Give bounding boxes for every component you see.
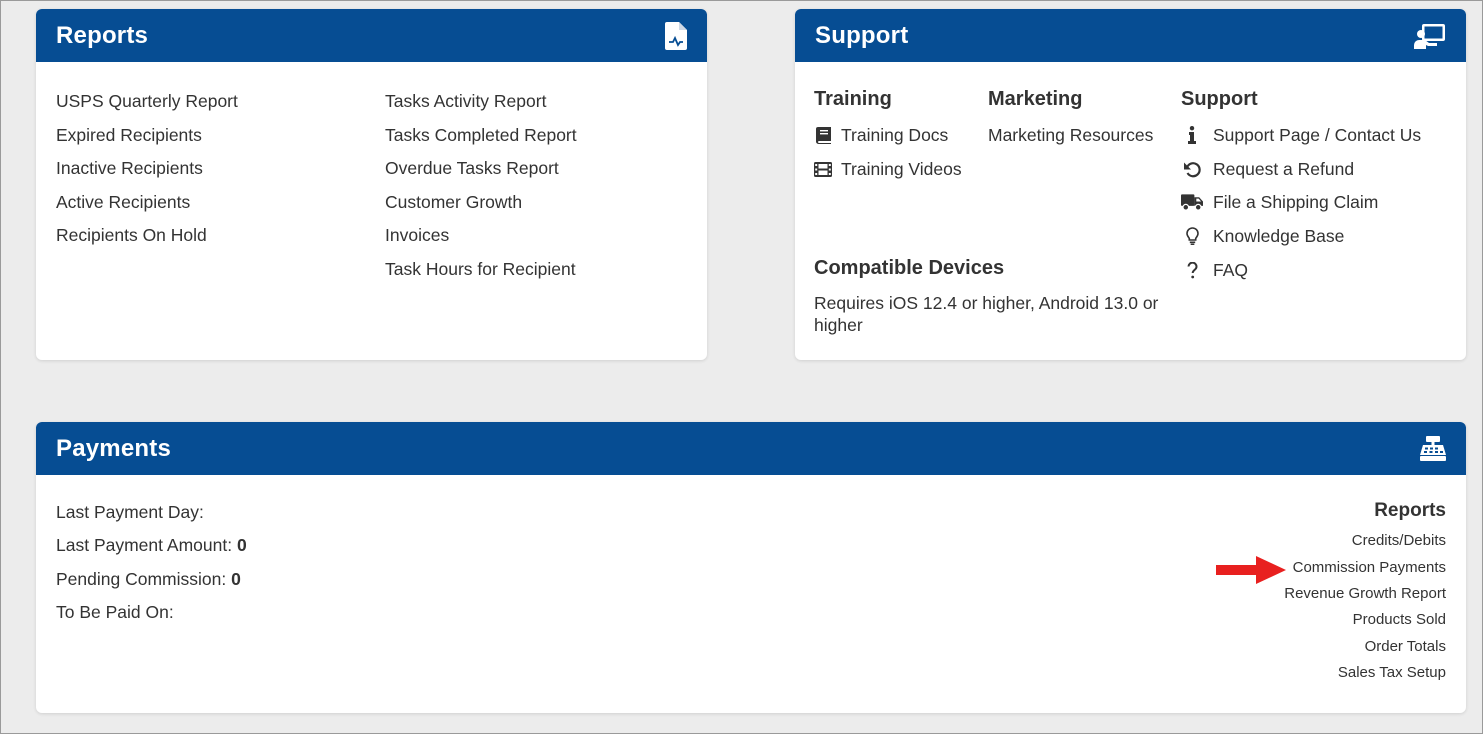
report-link-tasks-activity[interactable]: Tasks Activity Report <box>385 87 577 121</box>
last-payment-day-label: Last Payment Day: <box>56 502 204 522</box>
knowledge-base-link[interactable]: Knowledge Base <box>1181 223 1344 249</box>
marketing-resources-link[interactable]: Marketing Resources <box>988 122 1153 148</box>
info-icon <box>1181 126 1203 144</box>
commission-payments-link[interactable]: Commission Payments <box>1293 559 1446 576</box>
faq-label: FAQ <box>1213 259 1249 280</box>
report-link-usps-quarterly[interactable]: USPS Quarterly Report <box>56 87 238 121</box>
report-link-recipients-on-hold[interactable]: Recipients On Hold <box>56 221 238 255</box>
reports-left-column: USPS Quarterly Report Expired Recipients… <box>56 87 238 255</box>
request-refund-link[interactable]: Request a Refund <box>1181 156 1354 182</box>
report-link-task-hours[interactable]: Task Hours for Recipient <box>385 255 577 289</box>
reports-right-column: Tasks Activity Report Tasks Completed Re… <box>385 87 577 289</box>
support-desk-icon <box>1414 21 1446 51</box>
training-videos-label: Training Videos <box>841 158 962 179</box>
reports-card: Reports USPS Quarterly Report Expired Re… <box>36 9 707 360</box>
book-icon <box>814 126 832 144</box>
compatible-devices-heading: Compatible Devices <box>814 257 1005 279</box>
products-sold-link[interactable]: Products Sold <box>1353 611 1446 628</box>
payments-header: Payments <box>36 422 1466 475</box>
pending-commission-value: 0 <box>231 569 241 589</box>
question-icon <box>1181 261 1203 279</box>
reports-title: Reports <box>56 21 149 49</box>
payments-reports-heading: Reports <box>1374 500 1446 521</box>
undo-icon <box>1181 160 1203 178</box>
truck-icon <box>1181 193 1203 211</box>
payments-title: Payments <box>56 434 171 462</box>
shipping-claim-label: File a Shipping Claim <box>1213 191 1379 212</box>
faq-link[interactable]: FAQ <box>1181 257 1248 283</box>
last-payment-day: Last Payment Day: <box>56 502 204 523</box>
report-link-expired-recipients[interactable]: Expired Recipients <box>56 121 238 155</box>
marketing-heading: Marketing <box>988 88 1083 110</box>
support-header: Support <box>795 9 1466 62</box>
knowledge-base-label: Knowledge Base <box>1213 225 1345 246</box>
order-totals-link[interactable]: Order Totals <box>1365 638 1446 655</box>
report-link-tasks-completed[interactable]: Tasks Completed Report <box>385 121 577 155</box>
last-payment-amount-label: Last Payment Amount: <box>56 535 233 555</box>
support-card: Support Training Training Docs Training … <box>795 9 1466 360</box>
last-payment-amount: Last Payment Amount: 0 <box>56 535 247 556</box>
compatible-devices-text: Requires iOS 12.4 or higher, Android 13.… <box>814 293 1159 335</box>
cash-register-icon <box>1414 434 1446 464</box>
film-icon <box>814 160 832 178</box>
report-link-invoices[interactable]: Invoices <box>385 221 577 255</box>
to-be-paid-on: To Be Paid On: <box>56 602 174 623</box>
shipping-claim-link[interactable]: File a Shipping Claim <box>1181 189 1378 215</box>
pending-commission-label: Pending Commission: <box>56 569 227 589</box>
lightbulb-icon <box>1181 227 1203 245</box>
training-videos-link[interactable]: Training Videos <box>814 156 962 182</box>
report-link-customer-growth[interactable]: Customer Growth <box>385 188 577 222</box>
request-refund-label: Request a Refund <box>1213 158 1355 179</box>
support-page-label: Support Page / Contact Us <box>1213 124 1422 145</box>
sales-tax-setup-link[interactable]: Sales Tax Setup <box>1338 664 1446 681</box>
file-report-icon <box>655 21 687 51</box>
revenue-growth-report-link[interactable]: Revenue Growth Report <box>1284 585 1446 602</box>
report-link-overdue-tasks[interactable]: Overdue Tasks Report <box>385 154 577 188</box>
support-page-link[interactable]: Support Page / Contact Us <box>1181 122 1421 148</box>
support-section-heading: Support <box>1181 88 1258 110</box>
red-arrow-icon <box>1216 556 1286 584</box>
report-link-active-recipients[interactable]: Active Recipients <box>56 188 238 222</box>
support-title: Support <box>815 21 909 49</box>
report-link-inactive-recipients[interactable]: Inactive Recipients <box>56 154 238 188</box>
pending-commission: Pending Commission: 0 <box>56 569 241 590</box>
training-heading: Training <box>814 88 892 110</box>
to-be-paid-on-label: To Be Paid On: <box>56 602 174 622</box>
training-docs-link[interactable]: Training Docs <box>814 122 948 148</box>
reports-header: Reports <box>36 9 707 62</box>
last-payment-amount-value: 0 <box>236 535 247 555</box>
training-docs-label: Training Docs <box>841 124 949 145</box>
credits-debits-link[interactable]: Credits/Debits <box>1352 532 1446 549</box>
